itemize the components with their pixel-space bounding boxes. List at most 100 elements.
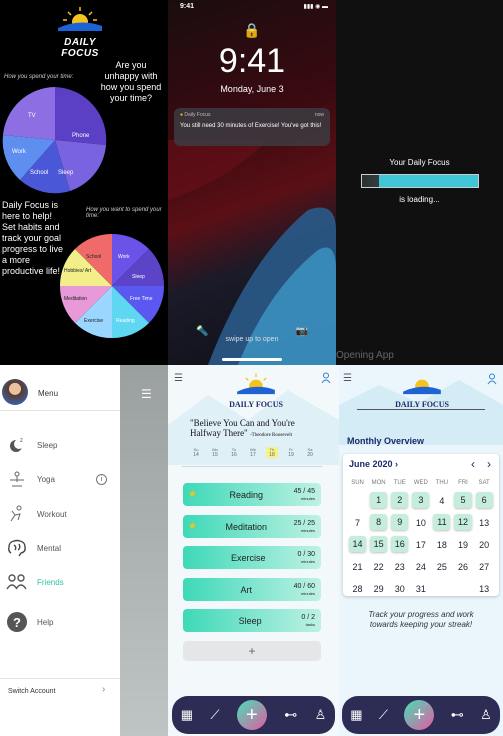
calendar-day[interactable]: 31 bbox=[410, 579, 431, 598]
calendar-day[interactable]: 23 bbox=[389, 557, 410, 576]
calendar-day[interactable]: 2 bbox=[391, 492, 409, 508]
calendar-day[interactable]: 6 bbox=[475, 492, 493, 508]
calendar-day[interactable]: 13 bbox=[474, 579, 495, 598]
calendar-day bbox=[452, 579, 473, 598]
menu-title: Menu bbox=[38, 389, 59, 398]
week-day[interactable]: Mo 15 bbox=[209, 447, 221, 458]
week-day-date: 20 bbox=[307, 452, 313, 458]
calendar-day[interactable]: 24 bbox=[410, 557, 431, 576]
home-indicator[interactable] bbox=[222, 358, 282, 361]
bottom-nav: ▦ ⟋ + ⊷ ♙ bbox=[342, 696, 500, 734]
chart-icon[interactable]: ⟋ bbox=[379, 707, 388, 723]
calendar-day[interactable]: 27 bbox=[474, 557, 495, 576]
calendar-day[interactable]: 8 bbox=[370, 514, 388, 530]
calendar-day[interactable]: 26 bbox=[452, 557, 473, 576]
calendar-day[interactable]: 16 bbox=[391, 536, 409, 552]
want-caption: How you want to spend your time: bbox=[86, 207, 162, 219]
notif-app-name: ● Daily Focus bbox=[180, 112, 211, 118]
add-activity-button[interactable]: + bbox=[183, 641, 321, 661]
profile-icon[interactable] bbox=[321, 372, 331, 387]
moon-sleep-icon: z bbox=[6, 434, 28, 456]
avatar[interactable] bbox=[2, 379, 28, 405]
calendar-day[interactable]: 5 bbox=[454, 492, 472, 508]
activity-row[interactable]: Exercise 0 / 30 minutes bbox=[183, 546, 321, 569]
chart-icon[interactable]: ⟋ bbox=[210, 707, 219, 723]
calendar-day[interactable]: 28 bbox=[347, 579, 368, 598]
calendar-day[interactable]: 4 bbox=[431, 491, 452, 510]
calendar-day[interactable]: 17 bbox=[410, 535, 431, 554]
month-label[interactable]: June 2020 › bbox=[349, 459, 398, 469]
week-day-date: 19 bbox=[288, 452, 294, 458]
grid-icon[interactable]: ▦ bbox=[350, 707, 362, 723]
calendar-day[interactable]: 19 bbox=[452, 535, 473, 554]
menu-icon[interactable]: ☰ bbox=[343, 373, 352, 384]
calendar-day[interactable]: 20 bbox=[474, 535, 495, 554]
profile-icon[interactable] bbox=[487, 372, 497, 390]
calendar-day[interactable]: 1 bbox=[370, 492, 388, 508]
loading-text: is loading... bbox=[399, 195, 440, 204]
menu-icon[interactable]: ☰ bbox=[174, 373, 183, 384]
menu-item-yoga[interactable]: Yoga i bbox=[6, 467, 107, 491]
calendar-day[interactable]: 3 bbox=[412, 492, 430, 508]
activity-row[interactable]: ★ Meditation 25 / 25 minutes bbox=[183, 515, 321, 538]
prev-month-icon[interactable]: ‹ bbox=[471, 457, 475, 471]
activity-row[interactable]: Art 40 / 60 minutes bbox=[183, 578, 321, 601]
add-button[interactable]: + bbox=[236, 700, 267, 730]
dumbbell-icon[interactable]: ⊷ bbox=[451, 707, 464, 723]
calendar-day[interactable]: 25 bbox=[431, 557, 452, 576]
activity-progress: 0 / 30 minutes bbox=[297, 550, 315, 564]
menu-item-sleep[interactable]: z Sleep bbox=[6, 433, 57, 457]
activity-progress: 45 / 45 minutes bbox=[293, 487, 315, 501]
switch-account-link[interactable]: Switch Account bbox=[8, 688, 55, 695]
calendar-day[interactable]: 18 bbox=[431, 535, 452, 554]
week-day[interactable]: We 17 bbox=[247, 447, 259, 458]
week-day[interactable]: Th 18 bbox=[266, 447, 278, 458]
activity-progress: 25 / 25 minutes bbox=[293, 519, 315, 533]
week-day[interactable]: Sa 20 bbox=[304, 447, 316, 458]
calendar-day[interactable]: 14 bbox=[349, 536, 367, 552]
dumbbell-icon[interactable]: ⊷ bbox=[284, 707, 297, 723]
week-day[interactable]: Su 14 bbox=[190, 447, 202, 458]
notification-card[interactable]: ● Daily Focus now You still need 30 minu… bbox=[174, 108, 330, 146]
menu-divider bbox=[0, 410, 120, 411]
info-icon[interactable]: i bbox=[96, 473, 107, 485]
profile-icon[interactable]: ♙ bbox=[315, 707, 327, 723]
calendar-day[interactable]: 11 bbox=[433, 514, 451, 530]
activity-name: Art bbox=[240, 584, 253, 595]
profile-icon[interactable]: ♙ bbox=[480, 707, 492, 723]
calendar-day[interactable]: 10 bbox=[410, 513, 431, 532]
calendar-day[interactable]: 30 bbox=[389, 579, 410, 598]
overview-title: Monthly Overview bbox=[347, 436, 425, 446]
next-month-icon[interactable]: › bbox=[487, 457, 491, 471]
calendar-day[interactable]: 12 bbox=[454, 514, 472, 530]
menu-item-friends[interactable]: Friends bbox=[6, 570, 64, 594]
grid-icon[interactable]: ▦ bbox=[181, 707, 193, 723]
activity-row[interactable]: ★ Reading 45 / 45 minutes bbox=[183, 483, 321, 506]
calendar-day[interactable]: 13 bbox=[474, 513, 495, 532]
calendar-day-header: SAT bbox=[478, 480, 490, 486]
calendar-day[interactable]: 22 bbox=[368, 557, 389, 576]
hamburger-icon[interactable]: ☰ bbox=[141, 387, 152, 401]
calendar-day bbox=[347, 491, 368, 510]
week-day[interactable]: Fr 19 bbox=[285, 447, 297, 458]
chevron-right-icon[interactable]: › bbox=[102, 684, 105, 695]
activity-row[interactable]: Sleep 0 / 2 tasks bbox=[183, 609, 321, 632]
menu-item-help[interactable]: ? Help bbox=[6, 610, 53, 634]
chevron-right-icon: › bbox=[395, 459, 399, 469]
pie2-label-hobbies: Hobbies/ Art bbox=[64, 268, 92, 274]
pie1-label-work: Work bbox=[12, 149, 27, 155]
menu-item-mental[interactable]: Mental bbox=[6, 536, 61, 560]
loading-title: Your Daily Focus bbox=[389, 158, 450, 167]
pie2-label-exercise: Exercise bbox=[84, 318, 103, 324]
swipe-hint: swipe up to open bbox=[225, 336, 279, 343]
add-button[interactable]: + bbox=[404, 700, 435, 730]
app-logo: DAILY FOCUS bbox=[392, 371, 452, 409]
pie2-label-school: School bbox=[86, 254, 101, 260]
menu-item-workout[interactable]: Workout bbox=[6, 502, 67, 526]
week-day[interactable]: Tu 16 bbox=[228, 447, 240, 458]
calendar-day[interactable]: 15 bbox=[370, 536, 388, 552]
calendar-day[interactable]: 7 bbox=[347, 513, 368, 532]
calendar-day[interactable]: 29 bbox=[368, 579, 389, 598]
calendar-day[interactable]: 9 bbox=[391, 514, 409, 530]
calendar-day[interactable]: 21 bbox=[347, 557, 368, 576]
